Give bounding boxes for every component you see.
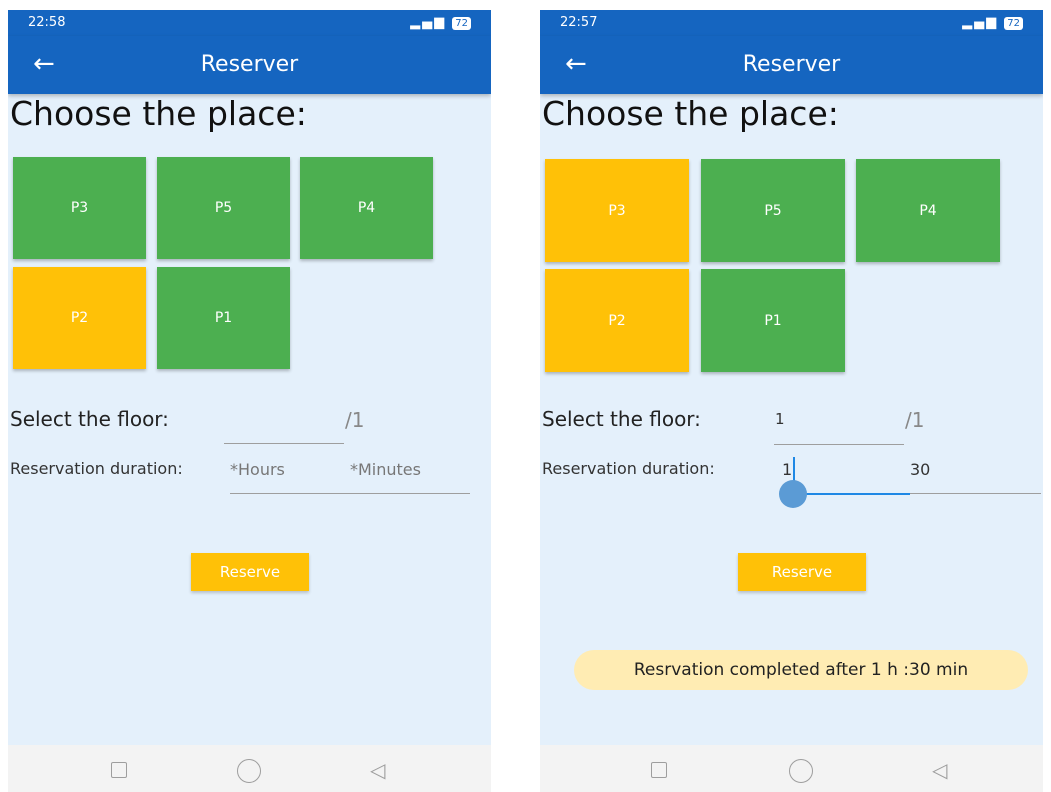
parking-slot-p4[interactable]: P4	[300, 157, 433, 259]
duration-label: Reservation duration:	[542, 459, 715, 478]
floor-input-underline	[224, 443, 344, 444]
floor-max: /1	[345, 408, 365, 432]
slot-label: P4	[357, 200, 376, 216]
signal-icon: ▂▄▆	[962, 15, 999, 30]
system-nav-bar: ◁	[8, 745, 491, 792]
floor-input[interactable]: 1	[775, 410, 885, 436]
parking-slot-p2[interactable]: P2	[13, 267, 146, 369]
text-cursor	[793, 457, 795, 481]
duration-underline	[910, 493, 1041, 494]
battery-icon: 72	[1004, 17, 1023, 30]
floor-label: Select the floor:	[10, 407, 169, 431]
battery-icon: 72	[452, 17, 471, 30]
selection-track-active	[793, 493, 910, 495]
parking-slot-p3[interactable]: P3	[13, 157, 146, 259]
status-bar: 22:57 ▂▄▆ 72	[540, 10, 1043, 36]
slot-label: P2	[70, 310, 89, 326]
floor-input-underline	[774, 444, 904, 445]
slot-label: P3	[70, 200, 89, 216]
triangle-back-icon[interactable]: ◁	[932, 760, 947, 780]
minutes-input[interactable]: *Minutes	[350, 460, 421, 479]
floor-label: Select the floor:	[542, 407, 701, 431]
parking-slot-p5[interactable]: P5	[157, 157, 290, 259]
slot-label: P4	[919, 202, 937, 219]
phone-screen-after: 22:57 ▂▄▆ 72 ← Reserver Choose the place…	[540, 10, 1043, 792]
reserve-button[interactable]: Reserve	[191, 553, 309, 591]
triangle-back-icon[interactable]: ◁	[370, 760, 385, 780]
square-icon[interactable]	[111, 762, 127, 778]
page-heading: Choose the place:	[10, 94, 307, 133]
circle-icon[interactable]	[789, 759, 813, 783]
app-title: Reserver	[200, 52, 299, 77]
hours-input[interactable]: 1	[782, 460, 792, 479]
app-bar: ← Reserver	[540, 36, 1043, 94]
floor-max: /1	[905, 408, 925, 432]
parking-slot-p1[interactable]: P1	[157, 267, 290, 369]
slot-label: P5	[214, 200, 233, 216]
status-time: 22:58	[28, 15, 66, 30]
status-time: 22:57	[560, 15, 598, 30]
system-nav-bar: ◁	[540, 745, 1043, 792]
reserve-button[interactable]: Reserve	[738, 553, 866, 591]
parking-slot-p1[interactable]: P1	[701, 269, 845, 372]
reservation-toast: Resrvation completed after 1 h :30 min	[574, 650, 1028, 690]
slot-label: P1	[764, 312, 782, 329]
parking-slot-p5[interactable]: P5	[701, 159, 845, 262]
duration-label: Reservation duration:	[10, 459, 183, 478]
slot-label: P1	[214, 310, 233, 326]
parking-slot-p2[interactable]: P2	[545, 269, 689, 372]
floor-input[interactable]	[228, 408, 338, 436]
selection-handle[interactable]	[779, 480, 807, 508]
square-icon[interactable]	[651, 762, 667, 778]
circle-icon[interactable]	[237, 759, 261, 783]
parking-slot-p3[interactable]: P3	[545, 159, 689, 262]
page-heading: Choose the place:	[542, 94, 839, 133]
status-icons: ▂▄▆ 72	[962, 10, 1023, 36]
slot-label: P3	[608, 202, 626, 219]
phone-screen-before: 22:58 ▂▄▆ 72 ← Reserver Choose the place…	[8, 10, 491, 792]
minutes-input[interactable]: 30	[910, 460, 930, 479]
status-bar: 22:58 ▂▄▆ 72	[8, 10, 491, 36]
app-bar: ← Reserver	[8, 36, 491, 94]
status-icons: ▂▄▆ 72	[410, 10, 471, 36]
parking-slot-p4[interactable]: P4	[856, 159, 1000, 262]
app-title: Reserver	[742, 52, 841, 77]
slot-label: P2	[608, 312, 626, 329]
hours-input[interactable]: *Hours	[230, 460, 285, 479]
duration-underline	[230, 493, 470, 494]
slot-label: P5	[764, 202, 782, 219]
signal-icon: ▂▄▆	[410, 15, 447, 30]
